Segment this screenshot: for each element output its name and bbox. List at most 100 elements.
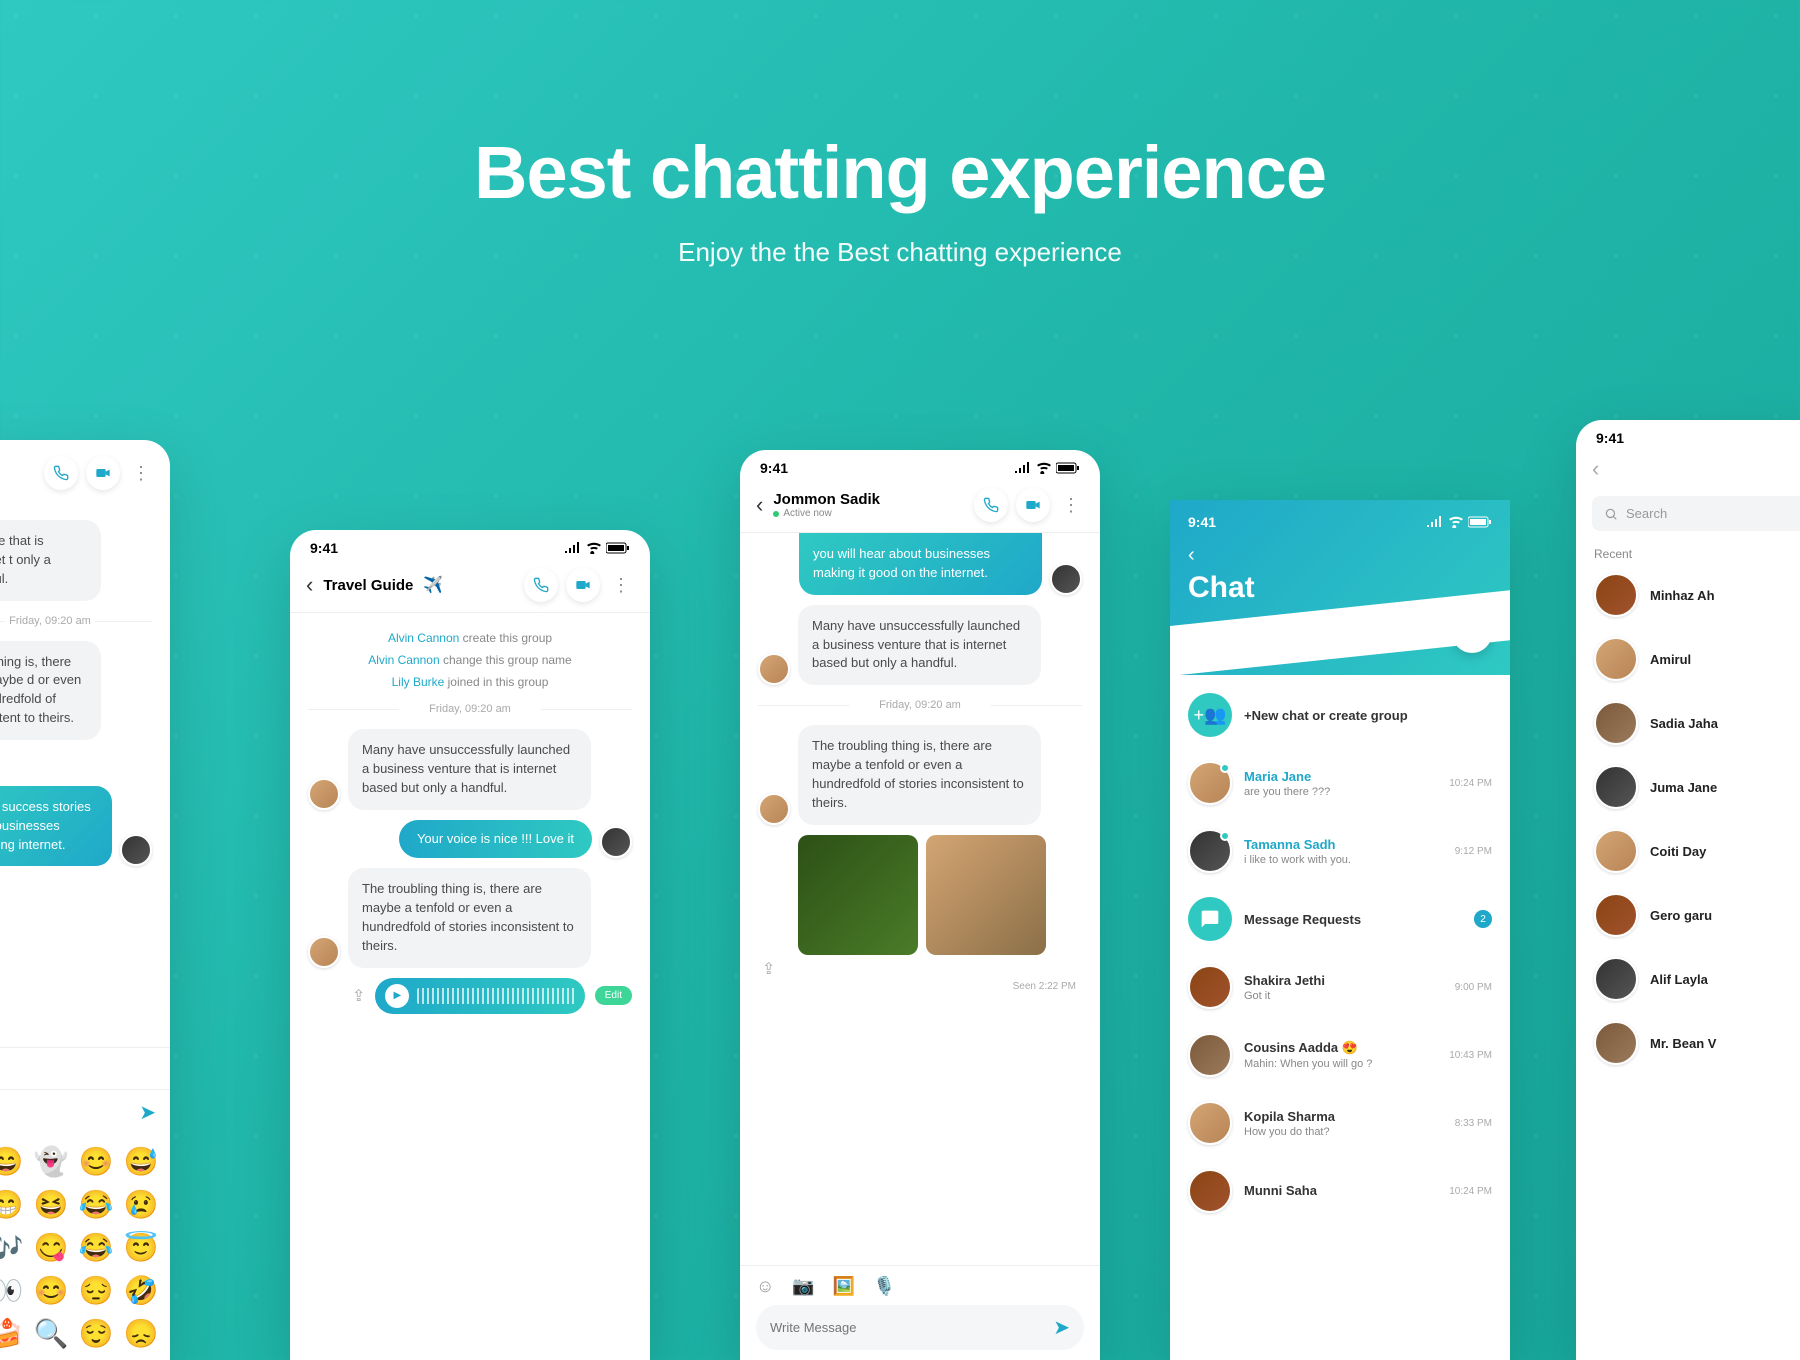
- chat-list-item[interactable]: Tamanna Sadhi like to work with you.9:12…: [1170, 817, 1510, 885]
- chat-list-item[interactable]: Shakira JethiGot it9:00 PM: [1170, 953, 1510, 1021]
- video-button[interactable]: [566, 568, 600, 602]
- chat-list-item[interactable]: Munni Saha10:24 PM: [1170, 1157, 1510, 1225]
- avatar: [1594, 701, 1638, 745]
- call-button[interactable]: [44, 456, 78, 490]
- contact-item[interactable]: Amirul: [1576, 627, 1800, 691]
- emoji[interactable]: 😁: [0, 1188, 24, 1221]
- emoji[interactable]: 😞: [124, 1317, 159, 1350]
- waveform: [417, 988, 574, 1004]
- emoji[interactable]: 😆: [34, 1188, 69, 1221]
- message-bubble: Many have unsuccessfully launched a busi…: [348, 729, 591, 810]
- message-requests[interactable]: Message Requests2: [1170, 885, 1510, 953]
- hero-subtitle: Enjoy the the Best chatting experience: [0, 237, 1800, 268]
- new-chat-button[interactable]: +👥 +New chat or create group: [1170, 681, 1510, 749]
- send-button[interactable]: ➤: [1053, 1315, 1070, 1340]
- system-message: Alvin Cannon create this group: [308, 631, 632, 645]
- image-thumb[interactable]: [798, 835, 918, 955]
- emoji[interactable]: 👀: [0, 1274, 24, 1307]
- chat-list-item[interactable]: Cousins Aadda 😍Mahin: When you will go ?…: [1170, 1021, 1510, 1089]
- search-input[interactable]: Search: [1592, 496, 1800, 531]
- contact-item[interactable]: Minhaz Ah: [1576, 563, 1800, 627]
- avatar: [1188, 761, 1232, 805]
- avatar: [1188, 829, 1232, 873]
- back-button[interactable]: ‹: [1592, 456, 1599, 481]
- emoji[interactable]: 😂: [79, 1188, 114, 1221]
- message-draft[interactable]: ? ✌️: [0, 1103, 129, 1123]
- emoji[interactable]: 🤣: [124, 1274, 159, 1307]
- play-icon[interactable]: ▶: [385, 984, 409, 1008]
- back-button[interactable]: ‹: [306, 572, 313, 598]
- emoji[interactable]: 😌: [79, 1317, 114, 1350]
- emoji[interactable]: 😄: [0, 1145, 24, 1178]
- emoji-picker[interactable]: 👍😄👻😊😅✌️😁😆😂😢😉🎶😋😂😇😆👀😊😔🤣🔨🍰🔍😌😞: [0, 1135, 170, 1360]
- seen-indicator: Seen 2:22 PM: [764, 981, 1076, 992]
- video-button[interactable]: [86, 456, 120, 490]
- status-icons: [564, 542, 630, 554]
- contact-item[interactable]: Mr. Bean V: [1576, 1011, 1800, 1075]
- emoji[interactable]: 😊: [34, 1274, 69, 1307]
- chat-icon: [1188, 897, 1232, 941]
- share-icon[interactable]: ⇪: [352, 986, 365, 1006]
- contact-item[interactable]: Sadia Jaha: [1576, 691, 1800, 755]
- phone-chat-emoji: ⋮ venture that is internet t only a hand…: [0, 440, 170, 1360]
- back-button[interactable]: ‹: [1188, 544, 1492, 567]
- avatar: [1594, 829, 1638, 873]
- message-bubble: rous success stories out businesses maki…: [0, 786, 112, 867]
- message-bubble: venture that is internet t only a handfu…: [0, 520, 101, 601]
- emoji[interactable]: 👻: [34, 1145, 69, 1178]
- status-bar: 9:41: [1188, 514, 1492, 544]
- emoji[interactable]: 😢: [124, 1188, 159, 1221]
- video-button[interactable]: [1016, 488, 1050, 522]
- contact-item[interactable]: Coiti Day: [1576, 819, 1800, 883]
- phone-direct-chat: 9:41 ‹ Jommon Sadik Active now ⋮ you wil…: [740, 450, 1100, 1360]
- image-thumb[interactable]: [926, 835, 1046, 955]
- avatar: [1188, 965, 1232, 1009]
- avatar: [1188, 1101, 1232, 1145]
- status-icons: [1014, 462, 1080, 474]
- chat-list-item[interactable]: Maria Janeare you there ???10:24 PM: [1170, 749, 1510, 817]
- edit-button[interactable]: Edit: [595, 986, 632, 1005]
- emoji[interactable]: 😇: [124, 1231, 159, 1264]
- call-button[interactable]: [974, 488, 1008, 522]
- back-button[interactable]: ‹: [756, 492, 763, 518]
- image-icon[interactable]: 🖼️: [833, 1276, 855, 1297]
- camera-icon[interactable]: 📷: [792, 1276, 814, 1297]
- section-label: Recent: [1576, 541, 1800, 563]
- contact-item[interactable]: Gero garu: [1576, 883, 1800, 947]
- emoji[interactable]: 🎶: [0, 1231, 24, 1264]
- phone-group-chat: 9:41 ‹ Travel Guide ✈️ ⋮ Alvin Cannon cr…: [290, 530, 650, 1360]
- emoji[interactable]: 🍰: [0, 1317, 24, 1350]
- more-icon[interactable]: ⋮: [1058, 495, 1084, 516]
- contact-item[interactable]: Juma Jane: [1576, 755, 1800, 819]
- more-icon[interactable]: ⋮: [608, 575, 634, 596]
- avatar: [1594, 765, 1638, 809]
- emoji[interactable]: 😋: [34, 1231, 69, 1264]
- emoji[interactable]: 😊: [79, 1145, 114, 1178]
- chat-list-item[interactable]: Kopila SharmaHow you do that?8:33 PM: [1170, 1089, 1510, 1157]
- share-icon[interactable]: ⇪: [762, 961, 775, 978]
- emoji[interactable]: 😔: [79, 1274, 114, 1307]
- avatar: [1594, 957, 1638, 1001]
- system-message: Lily Burke joined in this group: [308, 675, 632, 689]
- emoji-icon[interactable]: ☺: [756, 1276, 774, 1297]
- time-divider: Friday, 09:20 am: [0, 615, 152, 627]
- message-bubble: bling thing is, there are maybe d or eve…: [0, 641, 101, 740]
- voice-message[interactable]: ⇪ ▶ Edit: [348, 978, 632, 1014]
- message-bubble: you will hear about businesses making it…: [799, 533, 1042, 595]
- add-icon: +👥: [1188, 693, 1232, 737]
- emoji[interactable]: 🔍: [34, 1317, 69, 1350]
- send-button[interactable]: ➤: [139, 1100, 156, 1125]
- contact-item[interactable]: Alif Layla: [1576, 947, 1800, 1011]
- image-attachments[interactable]: [798, 835, 1082, 955]
- mic-icon[interactable]: 🎙️: [873, 1276, 895, 1297]
- time-divider: Friday, 09:20 am: [308, 703, 632, 715]
- chat-title: Travel Guide: [323, 577, 413, 594]
- message-input[interactable]: [770, 1320, 1043, 1335]
- message-bubble: Many have unsuccessfully launched a busi…: [798, 605, 1041, 686]
- message-bubble: The troubling thing is, there are maybe …: [348, 868, 591, 967]
- call-button[interactable]: [524, 568, 558, 602]
- phone-contacts: 9:41 ‹ Search Recent Minhaz AhAmirulSadi…: [1576, 420, 1800, 1360]
- more-icon[interactable]: ⋮: [128, 463, 154, 484]
- emoji[interactable]: 😅: [124, 1145, 159, 1178]
- emoji[interactable]: 😂: [79, 1231, 114, 1264]
